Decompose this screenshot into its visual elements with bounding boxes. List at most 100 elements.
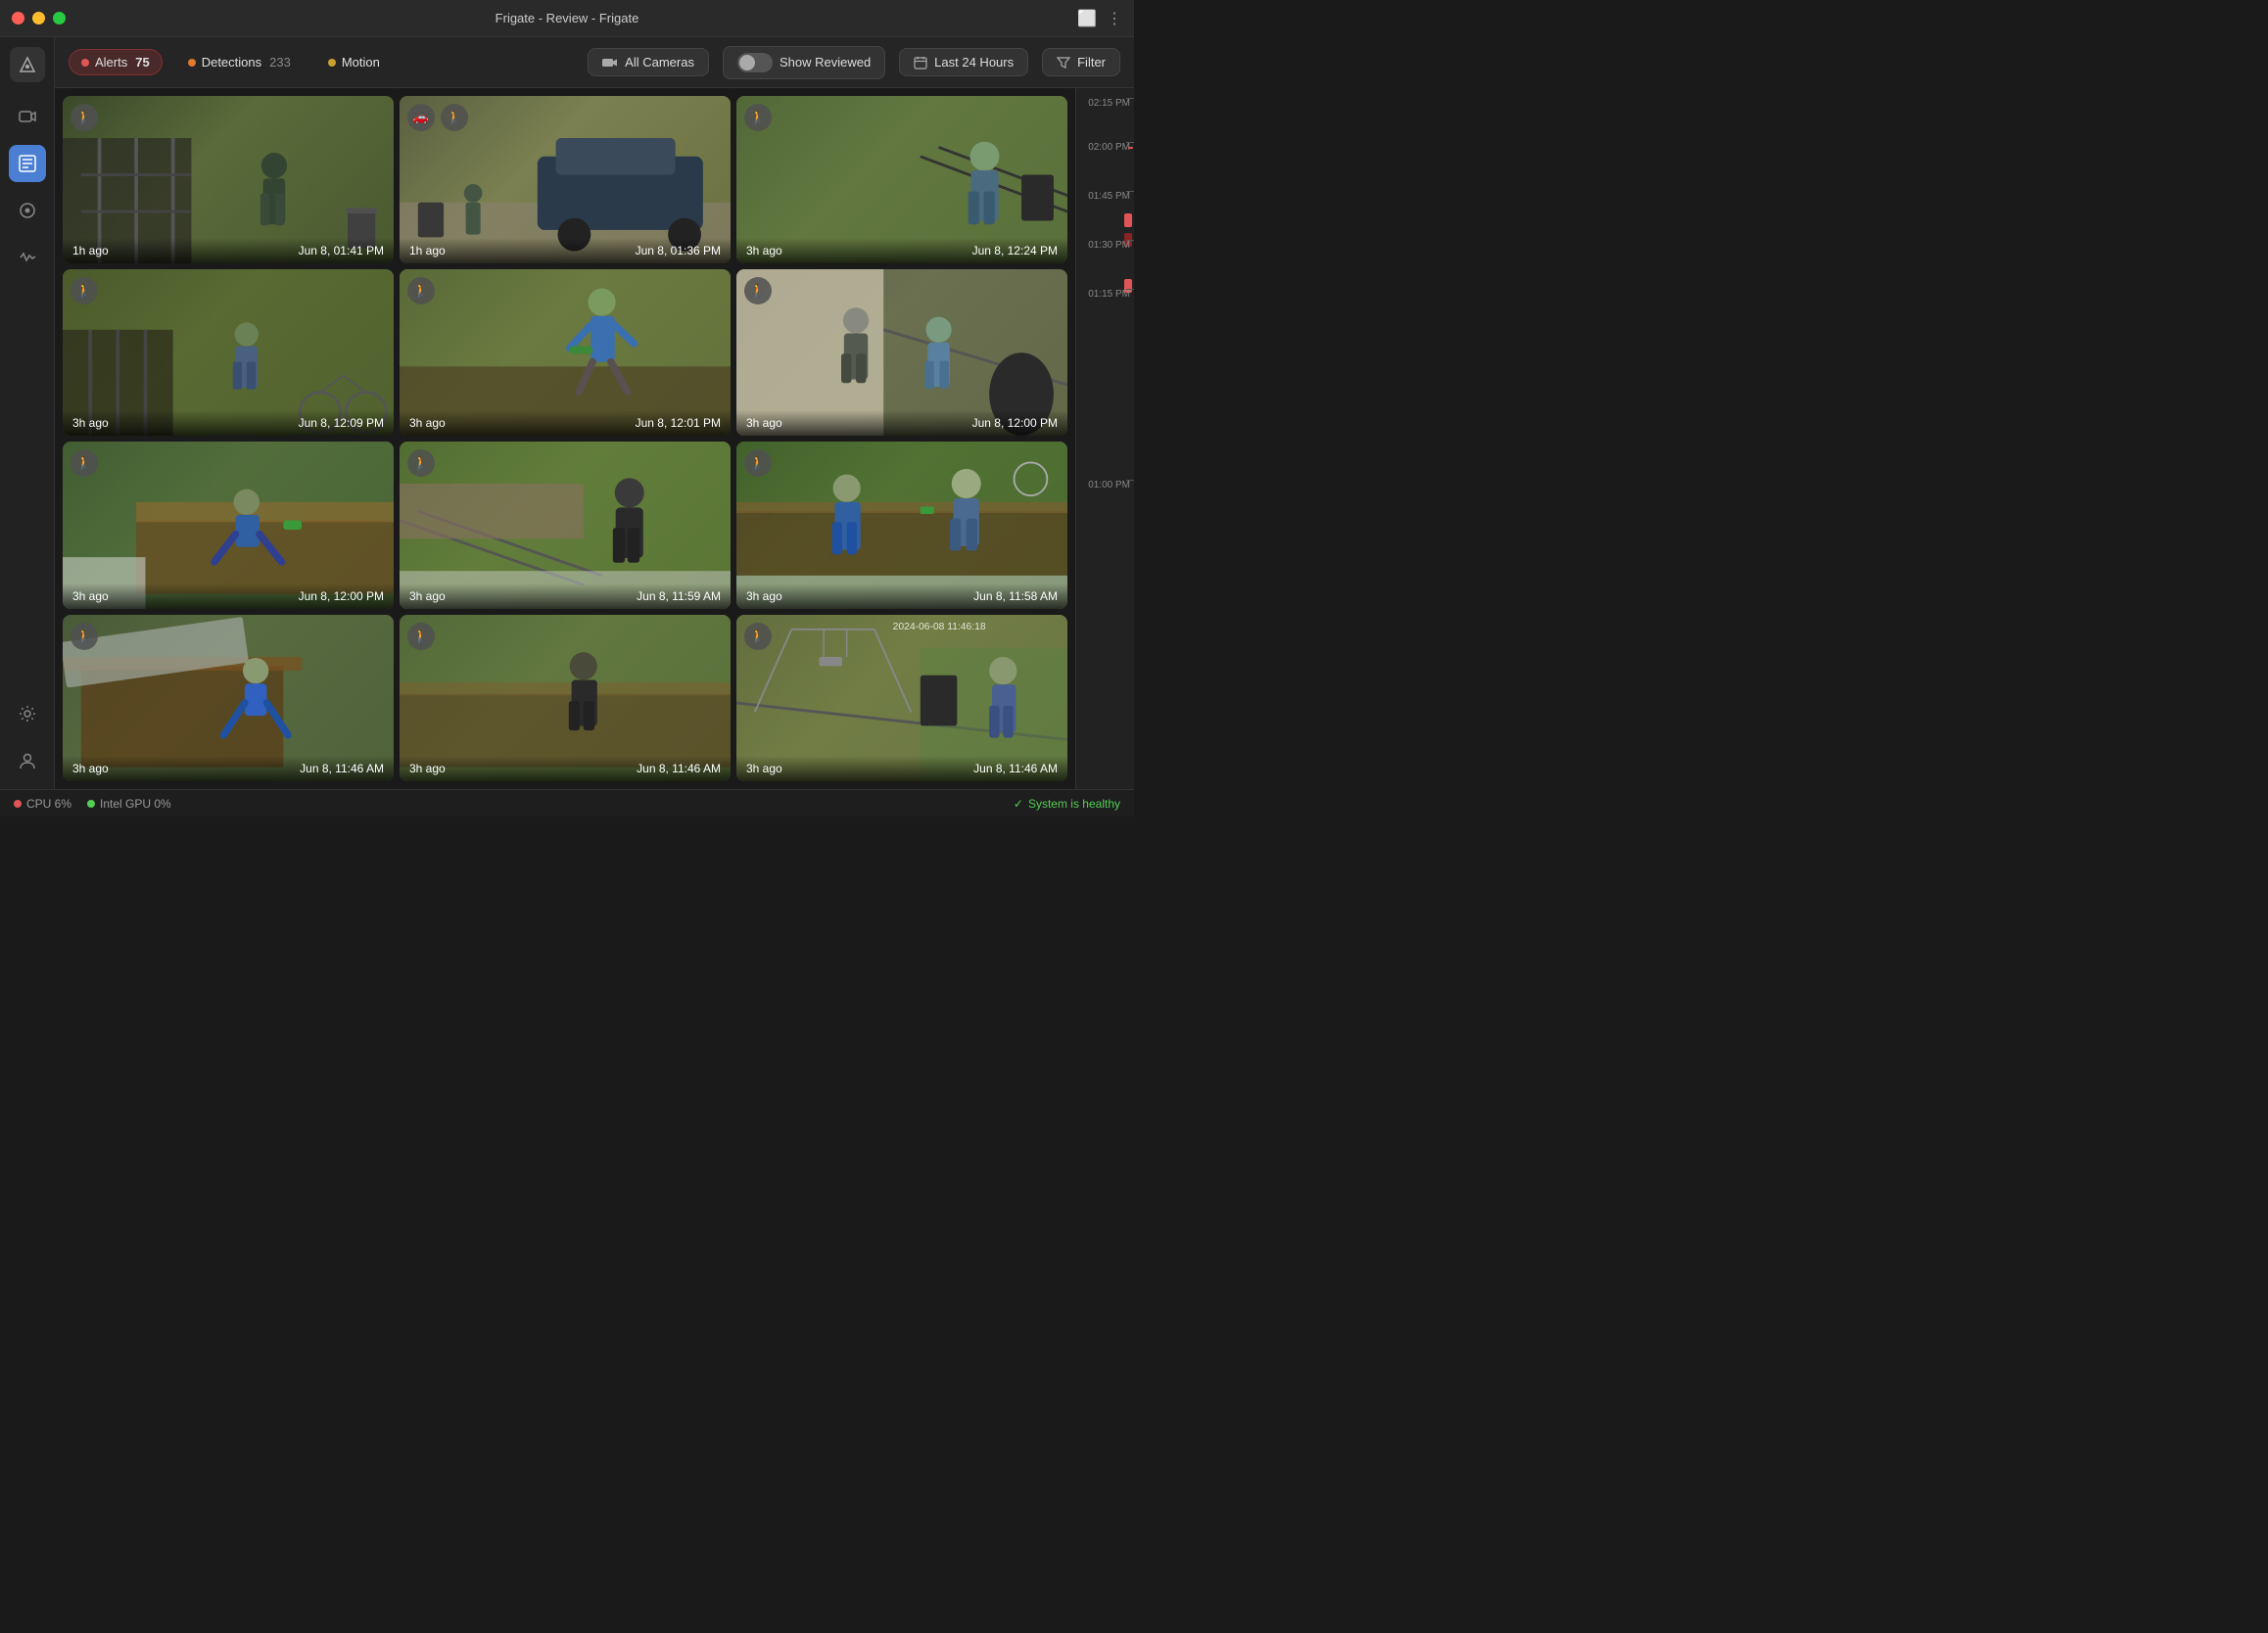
card-5-date: Jun 8, 12:01 PM — [636, 416, 721, 430]
video-card-1[interactable]: 🚶 1h ago Jun 8, 01:41 PM — [63, 96, 394, 263]
car-badge: 🚗 — [407, 104, 435, 131]
app-logo — [10, 47, 45, 82]
motion-label: Motion — [342, 55, 380, 70]
alerts-dot — [81, 59, 89, 67]
card-9-date: Jun 8, 11:58 AM — [973, 589, 1058, 603]
video-card-5[interactable]: 🚶 3h ago Jun 8, 12:01 PM — [400, 269, 731, 437]
card-6-overlay: 3h ago Jun 8, 12:00 PM — [736, 410, 1067, 436]
health-label: System is healthy — [1028, 797, 1120, 811]
card-9-overlay: 3h ago Jun 8, 11:58 AM — [736, 583, 1067, 609]
video-card-7[interactable]: 🚶 3h ago Jun 8, 12:00 PM — [63, 442, 394, 609]
titlebar: Frigate - Review - Frigate ⬜ ⋮ — [0, 0, 1134, 37]
menu-icon[interactable]: ⋮ — [1107, 9, 1122, 28]
video-card-10[interactable]: 🚶 3h ago Jun 8, 11:46 AM — [63, 615, 394, 782]
timeline-label-2: 02:00 PM — [1088, 142, 1130, 153]
window-controls[interactable] — [12, 12, 66, 24]
card-2-date: Jun 8, 01:36 PM — [636, 244, 721, 257]
person-badge-2: 🚶 — [441, 104, 468, 131]
card-5-overlay: 3h ago Jun 8, 12:01 PM — [400, 410, 731, 436]
sidebar-item-recordings[interactable] — [9, 192, 46, 229]
video-card-2[interactable]: 🚗 🚶 1h ago Jun 8, 01:36 PM — [400, 96, 731, 263]
minimize-button[interactable] — [32, 12, 45, 24]
card-6-icons: 🚶 — [744, 277, 772, 304]
detections-filter[interactable]: Detections 233 — [176, 50, 303, 74]
card-11-overlay: 3h ago Jun 8, 11:46 AM — [400, 756, 731, 781]
sidebar-item-activity[interactable] — [9, 239, 46, 276]
video-card-4[interactable]: 🚶 3h ago Jun 8, 12:09 PM — [63, 269, 394, 437]
alerts-label: Alerts — [95, 55, 127, 70]
person-badge-3: 🚶 — [744, 104, 772, 131]
card-1-overlay: 1h ago Jun 8, 01:41 PM — [63, 238, 394, 263]
statusbar: CPU 6% Intel GPU 0% ✓ System is healthy — [0, 789, 1134, 816]
show-reviewed-toggle[interactable] — [737, 53, 773, 72]
alerts-filter[interactable]: Alerts 75 — [69, 49, 163, 75]
cameras-btn-label: All Cameras — [625, 55, 694, 70]
video-card-11[interactable]: 🚶 3h ago Jun 8, 11:46 AM — [400, 615, 731, 782]
card-7-date: Jun 8, 12:00 PM — [299, 589, 384, 603]
sidebar-bottom — [9, 695, 46, 789]
card-8-icons: 🚶 — [407, 449, 435, 477]
person-badge-5: 🚶 — [407, 277, 435, 304]
card-2-overlay: 1h ago Jun 8, 01:36 PM — [400, 238, 731, 263]
card-11-icons: 🚶 — [407, 623, 435, 650]
calendar-icon — [914, 56, 927, 70]
filter-icon — [1057, 57, 1070, 69]
sidebar-item-user[interactable] — [9, 742, 46, 779]
card-12-time-ago: 3h ago — [746, 762, 782, 775]
titlebar-actions: ⬜ ⋮ — [1077, 9, 1122, 28]
camera-icon — [602, 57, 618, 69]
maximize-button[interactable] — [53, 12, 66, 24]
timeline-label-3: 01:45 PM — [1088, 191, 1130, 202]
sidebar-item-settings[interactable] — [9, 695, 46, 732]
checkmark-icon: ✓ — [1014, 797, 1023, 811]
filter-button[interactable]: Filter — [1042, 48, 1120, 76]
timeline-inner: 02:15 PM 02:00 PM 01:45 PM 01:30 PM — [1076, 88, 1134, 789]
card-8-overlay: 3h ago Jun 8, 11:59 AM — [400, 583, 731, 609]
motion-filter[interactable]: Motion — [316, 50, 392, 74]
sidebar-item-camera[interactable] — [9, 98, 46, 135]
filter-label: Filter — [1077, 55, 1106, 70]
person-badge-10: 🚶 — [71, 623, 98, 650]
card-12-overlay: 3h ago Jun 8, 11:46 AM — [736, 756, 1067, 781]
all-cameras-button[interactable]: All Cameras — [588, 48, 709, 76]
card-2-time-ago: 1h ago — [409, 244, 446, 257]
card-11-date: Jun 8, 11:46 AM — [637, 762, 721, 775]
card-1-time-ago: 1h ago — [72, 244, 109, 257]
show-reviewed-button[interactable]: Show Reviewed — [723, 46, 885, 79]
timeline-label-1: 02:15 PM — [1088, 98, 1130, 109]
gpu-status: Intel GPU 0% — [87, 797, 171, 811]
last-hours-button[interactable]: Last 24 Hours — [899, 48, 1028, 76]
person-badge-9: 🚶 — [744, 449, 772, 477]
card-6-date: Jun 8, 12:00 PM — [972, 416, 1058, 430]
window-title: Frigate - Review - Frigate — [496, 11, 639, 25]
app-layout: Alerts 75 Detections 233 Motion All Came… — [0, 37, 1134, 789]
card-4-overlay: 3h ago Jun 8, 12:09 PM — [63, 410, 394, 436]
person-badge-12: 🚶 — [744, 623, 772, 650]
card-12-date: Jun 8, 11:46 AM — [973, 762, 1058, 775]
card-10-overlay: 3h ago Jun 8, 11:46 AM — [63, 756, 394, 781]
extension-icon[interactable]: ⬜ — [1077, 9, 1097, 28]
gpu-label: Intel GPU 0% — [100, 797, 171, 811]
card-7-overlay: 3h ago Jun 8, 12:00 PM — [63, 583, 394, 609]
detections-count: 233 — [269, 55, 291, 70]
video-card-3[interactable]: 🚶 3h ago Jun 8, 12:24 PM — [736, 96, 1067, 263]
video-card-9[interactable]: 🚶 3h ago Jun 8, 11:58 AM — [736, 442, 1067, 609]
person-badge-6: 🚶 — [744, 277, 772, 304]
main-content: Alerts 75 Detections 233 Motion All Came… — [55, 37, 1134, 789]
card-5-time-ago: 3h ago — [409, 416, 446, 430]
sidebar-item-review[interactable] — [9, 145, 46, 182]
card-8-time-ago: 3h ago — [409, 589, 446, 603]
show-reviewed-label: Show Reviewed — [780, 55, 871, 70]
video-card-12[interactable]: 2024-06-08 11:46:18 🚶 — [736, 615, 1067, 782]
card-4-icons: 🚶 — [71, 277, 98, 304]
system-health: ✓ System is healthy — [1014, 797, 1120, 811]
gpu-dot — [87, 800, 95, 808]
person-badge-8: 🚶 — [407, 449, 435, 477]
cpu-label: CPU 6% — [26, 797, 71, 811]
video-card-6[interactable]: 🚶 3h ago Jun 8, 12:00 PM — [736, 269, 1067, 437]
card-7-time-ago: 3h ago — [72, 589, 109, 603]
svg-text:2024-06-08 11:46:18: 2024-06-08 11:46:18 — [893, 621, 986, 631]
card-2-icons: 🚗 🚶 — [407, 104, 468, 131]
video-card-8[interactable]: 🚶 3h ago Jun 8, 11:59 AM — [400, 442, 731, 609]
close-button[interactable] — [12, 12, 24, 24]
